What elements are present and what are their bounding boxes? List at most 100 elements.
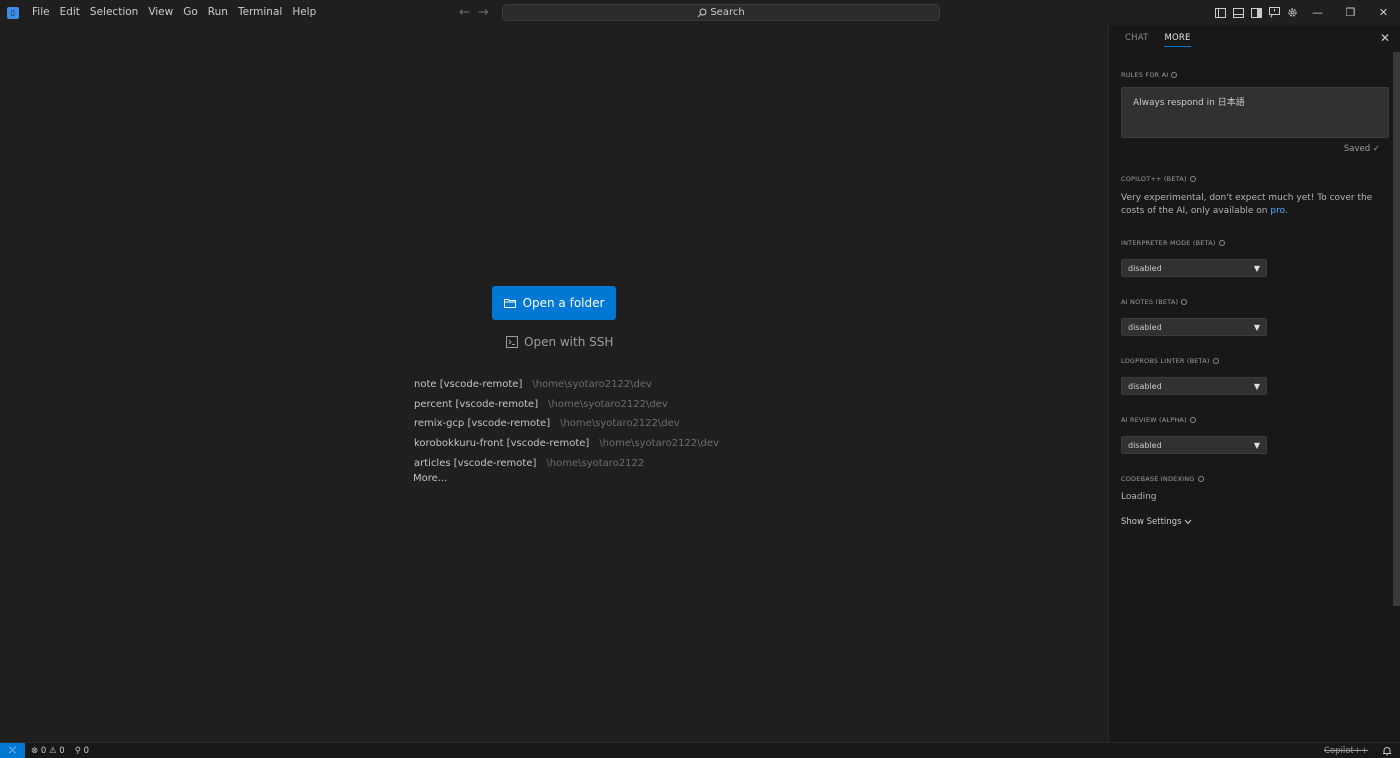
bell-icon[interactable] <box>1382 746 1392 756</box>
back-arrow-icon[interactable]: ← <box>459 5 470 20</box>
show-settings-toggle[interactable]: Show Settings <box>1121 517 1192 527</box>
menu-selection[interactable]: Selection <box>85 0 143 25</box>
panel-scrollbar[interactable] <box>1393 52 1400 606</box>
gear-icon[interactable] <box>1283 0 1301 25</box>
info-icon[interactable] <box>1197 476 1204 482</box>
pro-link[interactable]: pro <box>1270 206 1285 216</box>
select-value: disabled <box>1128 263 1162 273</box>
dropdown-arrow-icon: ▼ <box>1253 440 1260 450</box>
toggle-primary-sidebar-icon[interactable] <box>1211 0 1229 25</box>
forward-arrow-icon[interactable]: → <box>478 5 489 20</box>
copilot-status[interactable]: Copilot++ <box>1324 746 1368 756</box>
status-bar: ⤫ ⊗ 0 ⚠ 0 ⚲ 0 Copilot++ <box>0 742 1400 758</box>
rules-for-ai-input[interactable]: Always respond in 日本語 <box>1121 87 1389 138</box>
close-icon[interactable]: ✕ <box>1380 31 1390 45</box>
info-icon[interactable] <box>1218 240 1225 246</box>
open-ssh-label: Open with SSH <box>524 335 614 349</box>
recent-project-name[interactable]: percent [vscode-remote] <box>414 399 538 410</box>
tab-more[interactable]: MORE <box>1164 33 1191 47</box>
terminal-icon <box>506 336 518 348</box>
menu-view[interactable]: View <box>143 0 178 25</box>
open-ssh-button[interactable]: Open with SSH <box>506 333 613 351</box>
logprobs-label-text: LOGPROBS LINTER (BETA) <box>1121 357 1210 365</box>
interpreter-label-text: INTERPRETER MODE (BETA) <box>1121 239 1216 247</box>
title-bar: ▯ File Edit Selection View Go Run Termin… <box>0 0 1400 25</box>
menu-terminal[interactable]: Terminal <box>233 0 287 25</box>
ai-notes-label-text: AI NOTES (BETA) <box>1121 298 1179 306</box>
list-item[interactable]: korobokkuru-front [vscode-remote] \home\… <box>414 434 719 454</box>
ports-count: 0 <box>83 745 90 756</box>
logprobs-label: LOGPROBS LINTER (BETA) <box>1121 357 1219 365</box>
dropdown-arrow-icon: ▼ <box>1253 322 1260 332</box>
menu-go[interactable]: Go <box>178 0 203 25</box>
nav-arrows: ← → <box>459 0 489 25</box>
recent-project-name[interactable]: note [vscode-remote] <box>414 379 522 390</box>
dropdown-arrow-icon: ▼ <box>1253 263 1260 273</box>
warning-icon: ⚠ <box>48 745 57 756</box>
codebase-label: CODEBASE INDEXING <box>1121 475 1204 483</box>
command-search-box[interactable]: Search <box>502 4 940 21</box>
menu-file[interactable]: File <box>27 0 55 25</box>
problems-indicator[interactable]: ⊗ 0 ⚠ 0 <box>31 746 65 756</box>
restore-button[interactable]: ❐ <box>1334 0 1367 25</box>
recent-project-name[interactable]: korobokkuru-front [vscode-remote] <box>414 438 589 449</box>
interpreter-label: INTERPRETER MODE (BETA) <box>1121 239 1225 247</box>
tab-chat[interactable]: CHAT <box>1125 33 1148 47</box>
ai-notes-select[interactable]: disabled ▼ <box>1121 318 1267 336</box>
panel-tabs: CHAT MORE <box>1125 33 1191 47</box>
ports-indicator[interactable]: ⚲ 0 <box>75 746 89 756</box>
remote-indicator-icon[interactable]: ⤫ <box>0 742 25 758</box>
ai-review-select[interactable]: disabled ▼ <box>1121 436 1267 454</box>
folder-icon <box>503 299 516 308</box>
status-items: ⊗ 0 ⚠ 0 ⚲ 0 <box>31 746 89 756</box>
ai-review-label-text: AI REVIEW (ALPHA) <box>1121 416 1187 424</box>
logprobs-linter-select[interactable]: disabled ▼ <box>1121 377 1267 395</box>
toggle-panel-icon[interactable] <box>1229 0 1247 25</box>
show-settings-label: Show Settings <box>1121 517 1182 527</box>
list-item[interactable]: remix-gcp [vscode-remote] \home\syotaro2… <box>414 414 719 434</box>
menu-edit[interactable]: Edit <box>55 0 85 25</box>
ports-icon: ⚲ <box>74 745 81 756</box>
info-icon[interactable] <box>1189 417 1196 423</box>
list-item[interactable]: percent [vscode-remote] \home\syotaro212… <box>414 395 719 415</box>
info-icon[interactable] <box>1212 358 1219 364</box>
warning-count: 0 <box>59 745 65 756</box>
open-folder-button[interactable]: Open a folder <box>492 286 616 320</box>
more-recent-link[interactable]: More... <box>413 473 447 484</box>
menu-bar: File Edit Selection View Go Run Terminal… <box>27 0 321 25</box>
info-icon[interactable] <box>1171 72 1178 78</box>
copilot-description: Very experimental, don't expect much yet… <box>1121 193 1373 216</box>
recent-project-name[interactable]: remix-gcp [vscode-remote] <box>414 418 550 429</box>
dropdown-arrow-icon: ▼ <box>1253 381 1260 391</box>
rules-label: RULES FOR AI <box>1121 71 1178 79</box>
info-icon[interactable] <box>1189 176 1196 182</box>
chevron-down-icon <box>1184 519 1191 525</box>
close-window-button[interactable]: ✕ <box>1367 0 1400 25</box>
copilot-label: COPILOT++ (BETA) <box>1121 175 1196 183</box>
minimize-button[interactable]: — <box>1301 0 1334 25</box>
recent-project-name[interactable]: articles [vscode-remote] <box>414 458 536 469</box>
toggle-secondary-sidebar-icon[interactable] <box>1247 0 1265 25</box>
recent-project-path: \home\syotaro2122\dev <box>532 379 652 391</box>
feedback-icon[interactable] <box>1265 0 1283 25</box>
ai-review-label: AI REVIEW (ALPHA) <box>1121 416 1196 424</box>
editor-welcome-area: Open a folder Open with SSH note [vscode… <box>0 25 1108 742</box>
recent-project-path: \home\syotaro2122 <box>546 457 645 469</box>
menu-run[interactable]: Run <box>203 0 233 25</box>
recent-projects-list: note [vscode-remote] \home\syotaro2122\d… <box>414 375 719 473</box>
ai-side-panel: CHAT MORE ✕ RULES FOR AI Always respond … <box>1108 25 1400 742</box>
list-item[interactable]: articles [vscode-remote] \home\syotaro21… <box>414 453 719 473</box>
titlebar-controls: — ❐ ✕ <box>1211 0 1400 25</box>
interpreter-mode-select[interactable]: disabled ▼ <box>1121 259 1267 277</box>
error-count: 0 <box>40 745 47 756</box>
menu-help[interactable]: Help <box>287 0 321 25</box>
recent-project-path: \home\syotaro2122\dev <box>599 438 719 450</box>
open-folder-label: Open a folder <box>522 296 605 310</box>
ai-notes-label: AI NOTES (BETA) <box>1121 298 1188 306</box>
info-icon[interactable] <box>1181 299 1188 305</box>
recent-project-path: \home\syotaro2122\dev <box>560 418 680 430</box>
saved-status: Saved ✓ <box>1343 144 1380 154</box>
list-item[interactable]: note [vscode-remote] \home\syotaro2122\d… <box>414 375 719 395</box>
codebase-status: Loading <box>1121 492 1157 502</box>
copilot-desc-text: Very experimental, don't expect much yet… <box>1121 193 1373 216</box>
